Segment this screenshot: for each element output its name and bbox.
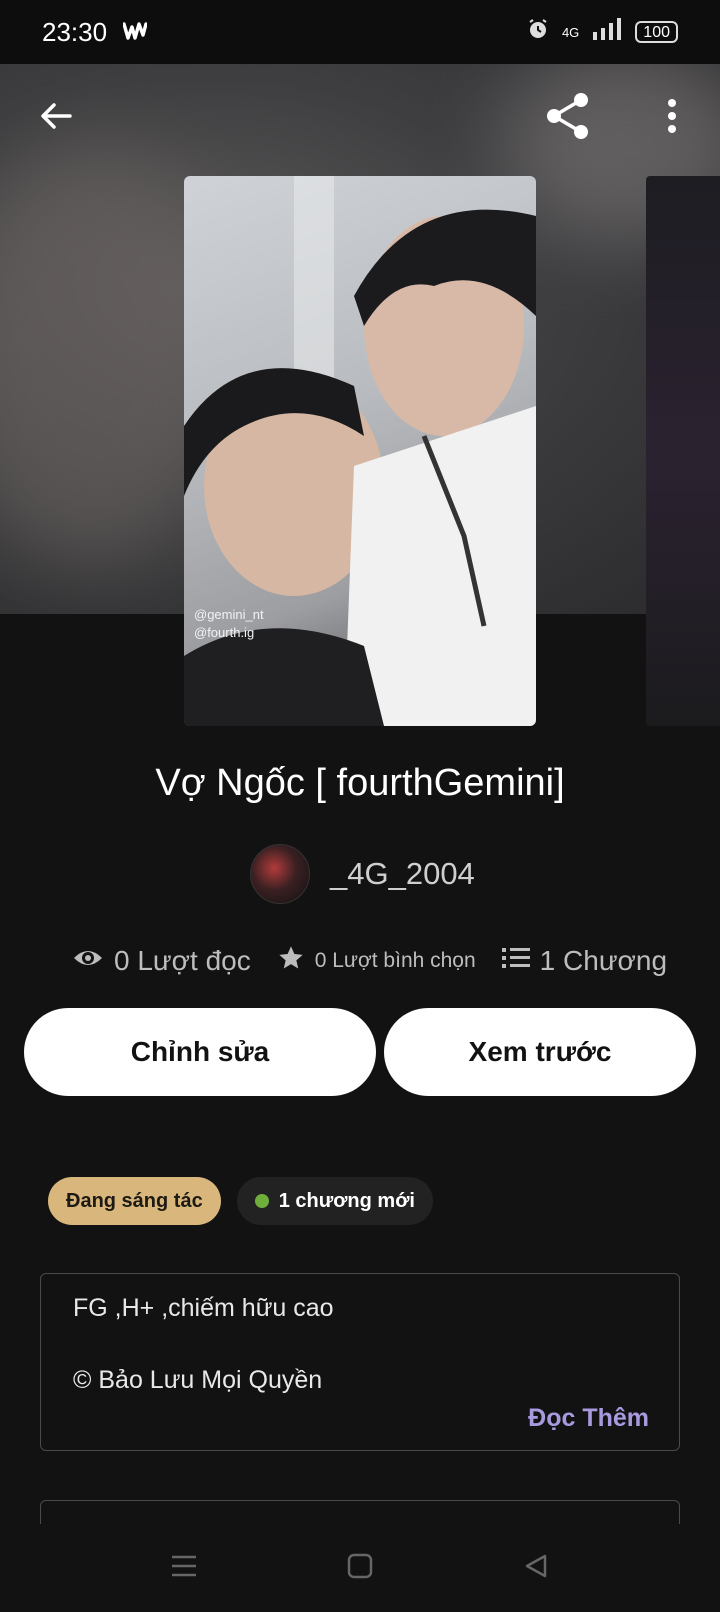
status-left: 23:30 <box>42 16 148 48</box>
reads-count: 0 Lượt đọc <box>114 944 251 976</box>
new-dot <box>254 1194 269 1208</box>
read-more-link[interactable]: Đọc Thêm <box>528 1404 649 1433</box>
eye-icon <box>72 946 104 975</box>
status-time: 23:30 <box>42 16 108 47</box>
chapters-count: 1 Chương <box>539 944 668 976</box>
edit-button[interactable]: Chỉnh sửa <box>24 1008 376 1096</box>
status-badge: Đang sáng tác <box>48 1177 221 1225</box>
votes-count: 0 Lượt bình chọn <box>314 948 476 972</box>
home-nav-icon[interactable] <box>347 1553 373 1584</box>
new-chapter-badge: 1 chương mới <box>236 1177 433 1225</box>
alarm-icon <box>526 17 550 47</box>
menu-nav-icon[interactable] <box>171 1554 197 1583</box>
share-icon <box>543 91 593 146</box>
cover-caption-line2: @fourth.ig <box>194 625 255 640</box>
stat-votes: 0 Lượt bình chọn <box>277 944 476 977</box>
more-vertical-icon <box>666 98 678 139</box>
share-button[interactable] <box>540 90 596 146</box>
system-nav-bar <box>0 1524 720 1612</box>
author-name[interactable]: _4G_2004 <box>330 856 475 892</box>
battery-indicator: 100 <box>635 21 678 43</box>
story-title: Vợ Ngốc [ fourthGemini] <box>155 762 565 804</box>
new-chapter-label: 1 chương mới <box>278 1189 415 1212</box>
status-right: 4G 100 <box>526 17 678 47</box>
list-icon <box>501 946 530 975</box>
network-label: 4G <box>561 24 580 40</box>
star-icon <box>277 944 305 977</box>
back-button[interactable] <box>28 90 84 146</box>
more-options-button[interactable] <box>644 90 700 146</box>
wattpad-logo-icon <box>122 17 148 48</box>
avatar[interactable] <box>250 844 310 904</box>
cover-caption-line1: @gemini_nt <box>194 607 264 622</box>
back-nav-icon[interactable] <box>523 1553 549 1584</box>
author-row[interactable]: _4G_2004 <box>250 844 475 904</box>
story-cover[interactable]: @gemini_nt @fourth.ig <box>184 176 536 726</box>
description-box: FG ,H+ ,chiếm hữu cao © Bảo Lưu Mọi Quyề… <box>40 1273 680 1451</box>
back-arrow-icon <box>38 98 74 139</box>
cover-caption: @gemini_nt @fourth.ig <box>194 606 264 642</box>
stat-chapters: 1 Chương <box>501 944 668 977</box>
description-line2: © Bảo Lưu Mọi Quyền <box>73 1366 323 1394</box>
signal-icon <box>591 18 623 46</box>
status-bar: 23:30 4G 100 <box>0 0 720 64</box>
cover-artwork <box>184 176 536 726</box>
badges-row: Đang sáng tác 1 chương mới <box>48 1177 433 1225</box>
description-line1: FG ,H+ ,chiếm hữu cao <box>73 1294 334 1322</box>
stats-row: 0 Lượt đọc 0 Lượt bình chọn 1 Chương <box>72 944 667 977</box>
stat-reads: 0 Lượt đọc <box>72 945 251 977</box>
preview-button[interactable]: Xem trước <box>384 1008 696 1096</box>
next-story-cover[interactable] <box>646 176 720 726</box>
